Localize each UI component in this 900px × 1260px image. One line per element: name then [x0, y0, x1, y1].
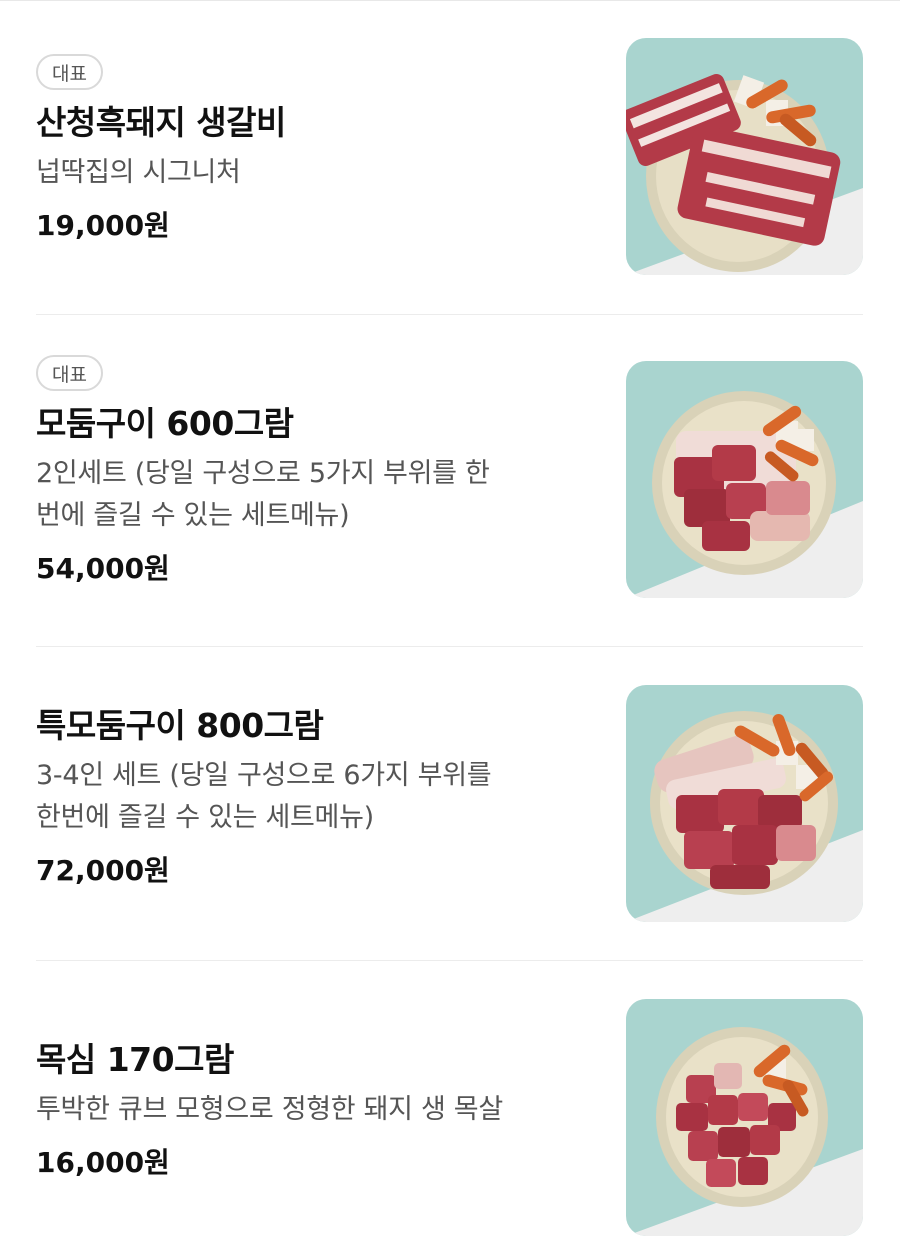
- featured-badge: 대표: [36, 54, 103, 90]
- menu-item-description: 투박한 큐브 모형으로 정형한 돼지 생 목살: [36, 1094, 503, 1125]
- menu-item-galbi[interactable]: 대표 산청흑돼지 생갈비 넙딱집의 시그니처 19,000원: [0, 0, 900, 315]
- menu-item-name: 목심 170그람: [36, 1040, 234, 1079]
- menu-item-special-modum-800[interactable]: 특모둠구이 800그람 3-4인 세트 (당일 구성으로 6가지 부위를 한번에…: [0, 647, 900, 961]
- special-assorted-pork-plate-photo[interactable]: [626, 685, 863, 922]
- menu-item-description: 넙딱집의 시그니처: [36, 157, 241, 188]
- menu-item-description: 3-4인 세트 (당일 구성으로 6가지 부위를 한번에 즐길 수 있는 세트메…: [36, 755, 596, 839]
- description-line-1: 2인세트 (당일 구성으로 5가지 부위를 한: [36, 458, 490, 489]
- pork-ribs-plate-photo[interactable]: [626, 38, 863, 275]
- featured-badge: 대표: [36, 355, 103, 391]
- description-line-1: 3-4인 세트 (당일 구성으로 6가지 부위를: [36, 760, 492, 791]
- description-line-2: 번에 즐길 수 있는 세트메뉴): [36, 500, 350, 531]
- menu-item-price: 54,000원: [36, 552, 170, 585]
- menu-item-info: 목심 170그람 투박한 큐브 모형으로 정형한 돼지 생 목살 16,000원: [36, 1037, 596, 1183]
- pork-neck-cubes-plate-photo[interactable]: [626, 999, 863, 1236]
- menu-item-price: 72,000원: [36, 854, 170, 887]
- menu-item-name: 모둠구이 600그람: [36, 404, 294, 443]
- menu-item-info: 대표 산청흑돼지 생갈비 넙딱집의 시그니처 19,000원: [36, 54, 596, 246]
- menu-item-name: 특모둠구이 800그람: [36, 706, 324, 745]
- menu-item-info: 특모둠구이 800그람 3-4인 세트 (당일 구성으로 6가지 부위를 한번에…: [36, 703, 596, 891]
- description-line-2: 한번에 즐길 수 있는 세트메뉴): [36, 802, 374, 833]
- menu-item-price: 19,000원: [36, 209, 170, 242]
- menu-item-modum-600[interactable]: 대표 모둠구이 600그람 2인세트 (당일 구성으로 5가지 부위를 한 번에…: [0, 315, 900, 647]
- menu-item-price: 16,000원: [36, 1146, 170, 1179]
- menu-item-info: 대표 모둠구이 600그람 2인세트 (당일 구성으로 5가지 부위를 한 번에…: [36, 355, 596, 589]
- menu-item-moksim-170[interactable]: 목심 170그람 투박한 큐브 모형으로 정형한 돼지 생 목살 16,000원: [0, 961, 900, 1260]
- assorted-pork-plate-photo[interactable]: [626, 361, 863, 598]
- menu-item-description: 2인세트 (당일 구성으로 5가지 부위를 한 번에 즐길 수 있는 세트메뉴): [36, 453, 596, 537]
- menu-item-name: 산청흑돼지 생갈비: [36, 103, 286, 142]
